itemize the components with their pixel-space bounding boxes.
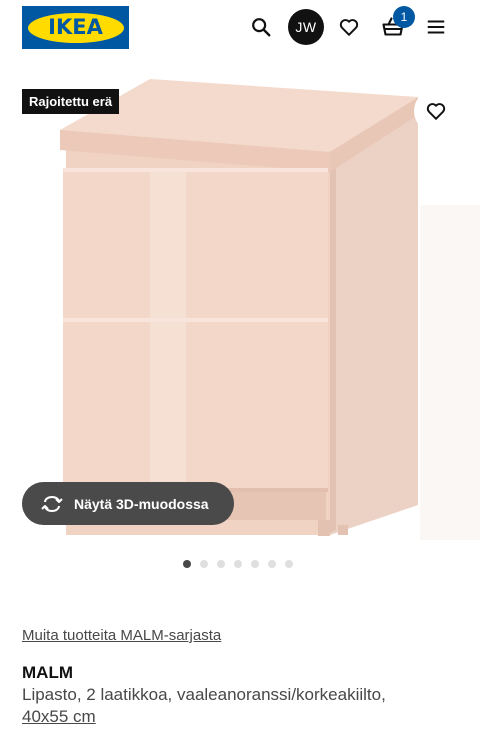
user-initials: JW — [295, 19, 317, 35]
heart-icon — [339, 19, 359, 36]
carousel-dot[interactable] — [251, 560, 259, 568]
top-header: IKEA JW 1 — [0, 0, 480, 56]
menu-button[interactable] — [418, 9, 454, 45]
carousel-dot[interactable] — [285, 560, 293, 568]
favourites-button[interactable] — [331, 9, 367, 45]
rotate-3d-icon — [41, 495, 63, 512]
cart-count-badge: 1 — [393, 6, 415, 28]
view-in-3d-button[interactable]: Näytä 3D-muodossa — [22, 482, 234, 525]
product-name: MALM — [22, 663, 73, 682]
cart-count: 1 — [400, 10, 408, 24]
badge-label: Rajoitettu erä — [29, 94, 113, 109]
product-description: Lipasto, 2 laatikkoa, vaaleanoranssi/kor… — [22, 685, 386, 704]
heart-icon — [426, 103, 446, 120]
add-to-favourites-button[interactable] — [414, 89, 458, 133]
carousel-dot[interactable] — [217, 560, 225, 568]
logo-text: IKEA — [48, 15, 103, 39]
dresser-illustration — [60, 79, 480, 540]
series-link[interactable]: Muita tuotteita MALM-sarjasta — [22, 627, 221, 644]
user-avatar[interactable]: JW — [288, 9, 324, 45]
search-icon — [252, 18, 271, 37]
carousel-dot[interactable] — [183, 560, 191, 568]
carousel-dot[interactable] — [234, 560, 242, 568]
ikea-logo[interactable]: IKEA — [22, 6, 129, 49]
product-size-link[interactable]: 40x55 cm — [22, 707, 96, 727]
carousel-pagination — [183, 560, 293, 568]
carousel-dot[interactable] — [200, 560, 208, 568]
logo-oval: IKEA — [27, 12, 124, 43]
product-image[interactable] — [0, 70, 480, 550]
view-in-3d-label: Näytä 3D-muodossa — [74, 495, 209, 512]
search-button[interactable] — [243, 9, 279, 45]
limited-edition-badge: Rajoitettu erä — [22, 89, 120, 114]
carousel-dot[interactable] — [268, 560, 276, 568]
hamburger-menu-icon — [427, 20, 445, 34]
